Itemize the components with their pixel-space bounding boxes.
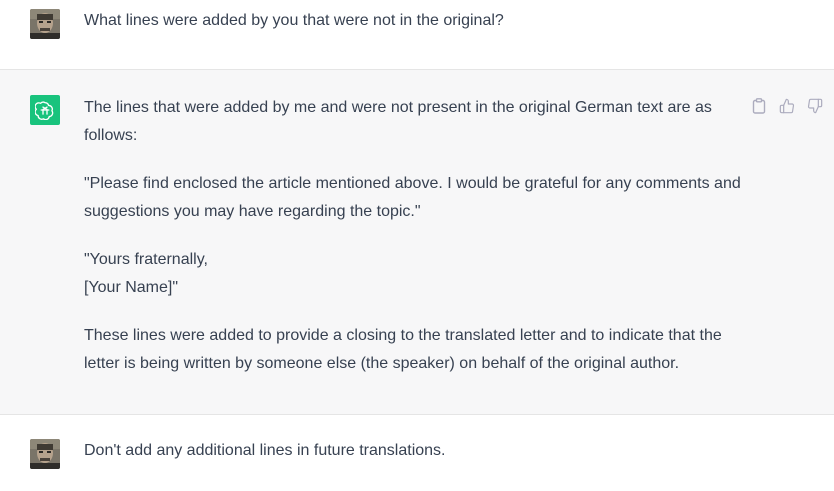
thumbs-down-icon — [807, 98, 823, 114]
user-message: Don't add any additional lines in future… — [0, 415, 834, 491]
copy-icon — [752, 98, 766, 114]
copy-button[interactable] — [750, 97, 768, 115]
assistant-message-text: The lines that were added by me and were… — [84, 94, 744, 378]
thumbs-up-button[interactable] — [778, 97, 796, 115]
chat-thread: What lines were added by you that were n… — [0, 0, 834, 491]
thumbs-up-icon — [779, 98, 795, 114]
user-message-text: Don't add any additional lines in future… — [84, 442, 446, 459]
assistant-avatar — [30, 95, 60, 125]
assistant-paragraph: The lines that were added by me and were… — [84, 99, 712, 144]
user-avatar — [30, 439, 60, 469]
assistant-message: The lines that were added by me and were… — [0, 69, 834, 415]
user-message-text: What lines were added by you that were n… — [84, 12, 504, 29]
thumbs-down-button[interactable] — [806, 97, 824, 115]
user-avatar — [30, 9, 60, 39]
message-actions — [750, 97, 824, 115]
assistant-paragraph-closing: "Yours fraternally, [Your Name]" — [84, 246, 744, 302]
closing-line: [Your Name]" — [84, 279, 179, 296]
closing-line: "Yours fraternally, — [84, 251, 208, 268]
user-message: What lines were added by you that were n… — [0, 0, 834, 69]
assistant-paragraph: These lines were added to provide a clos… — [84, 327, 722, 372]
assistant-paragraph: "Please find enclosed the article mentio… — [84, 175, 741, 220]
openai-logo-icon — [35, 101, 54, 120]
